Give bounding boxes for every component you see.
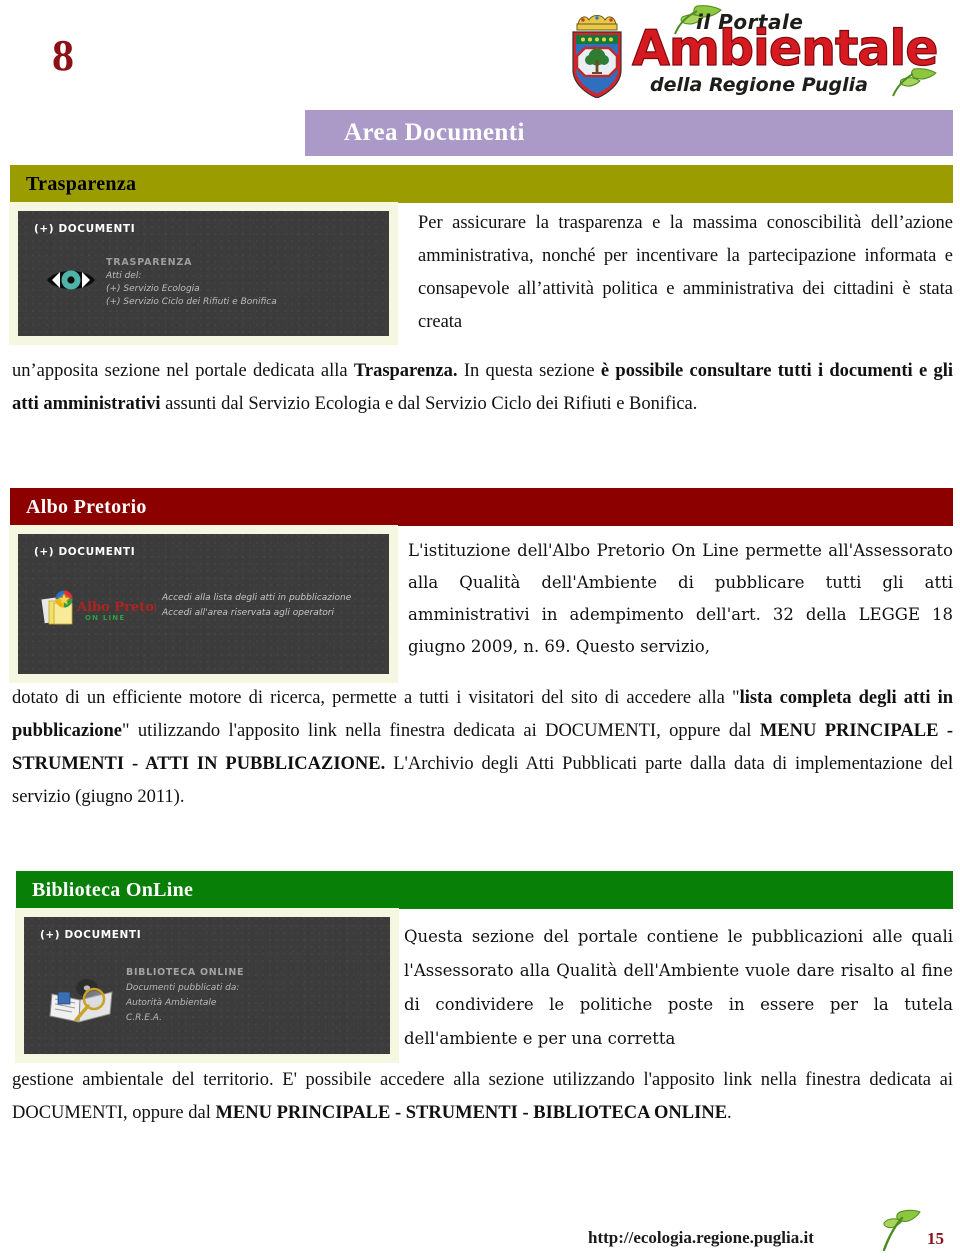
page-title-banner: Area Documenti <box>305 110 953 156</box>
biblioteca-shot-line-0: Documenti pubblicati da: <box>126 983 240 993</box>
text-run: In questa sezione <box>457 361 601 381</box>
screenshot-albo-pretorio: (+) DOCUMENTI Albo Pretorio ON LINE Acc <box>18 534 389 674</box>
trasparenza-shot-line-2: (+) Servizio Ciclo dei Rifiuti e Bonific… <box>106 297 277 308</box>
biblioteca-shot-line-2: C.R.E.A. <box>126 1012 162 1023</box>
section-header-trasparenza-label: Trasparenza <box>26 173 137 195</box>
albo-shot-line-1: Accedi all'area riservata agli operatori <box>162 608 334 619</box>
text-run: " utilizzando l'apposito link nella fine… <box>122 721 760 741</box>
section-header-biblioteca-online: Biblioteca OnLine <box>16 871 953 909</box>
logo-wordmark: il Portale Ambientale della Regione Pugl… <box>631 4 952 102</box>
text-run: . <box>727 1103 732 1123</box>
text-run: assunti dal Servizio Ecologia e dal Serv… <box>160 394 698 414</box>
paragraph-albo-top: L'istituzione dell'Albo Pretorio On Line… <box>408 541 953 656</box>
albo-pretorio-logo-icon: Albo Pretorio ON LINE <box>40 590 175 626</box>
trasparenza-shot-text: TRASPARENZA Atti del: (+) Servizio Ecolo… <box>106 257 277 309</box>
documenti-panel-label: (+) DOCUMENTI <box>34 223 136 235</box>
biblioteca-shot-heading: BIBLIOTECA ONLINE <box>126 967 245 978</box>
section-header-biblioteca-online-label: Biblioteca OnLine <box>32 879 194 901</box>
section-header-trasparenza: Trasparenza <box>10 165 953 203</box>
svg-text:Albo Pretorio: Albo Pretorio <box>76 600 156 615</box>
text-run-bold: MENU PRINCIPALE - STRUMENTI - BIBLIOTECA… <box>215 1103 728 1123</box>
paragraph-biblioteca-rest: gestione ambientale del territorio. E' p… <box>12 1064 953 1130</box>
albo-shot-line-0: Accedi alla lista degli atti in pubblica… <box>162 593 352 603</box>
section-header-albo-pretorio-label: Albo Pretorio <box>26 496 147 518</box>
text-run: un’apposita sezione nel portale dedicata… <box>12 361 354 381</box>
text-run: dotato di un efficiente motore di ricerc… <box>12 688 740 708</box>
page-number-top: 8 <box>52 31 74 80</box>
footer-page-number: 15 <box>927 1229 944 1248</box>
trasparenza-shot-line-0: Atti del: <box>106 271 142 281</box>
svg-text:ON LINE: ON LINE <box>85 614 125 622</box>
screenshot-biblioteca-online: (+) DOCUMENTI BIBLIOTECA ONLINE Document… <box>24 917 390 1054</box>
paragraph-biblioteca-top: Questa sezione del portale contiene le p… <box>404 927 953 1048</box>
paragraph-trasparenza-top: Per assicurare la trasparenza e la massi… <box>418 213 953 332</box>
leaf-sprout-icon <box>882 1209 921 1252</box>
biblioteca-shot-line-1: Autorità Ambientale <box>126 997 217 1008</box>
trasparenza-shot-line-1: (+) Servizio Ecologia <box>106 284 200 295</box>
paragraph-albo-rest: dotato di un efficiente motore di ricerc… <box>12 682 953 814</box>
book-magnifier-icon <box>49 979 113 1023</box>
documenti-panel-label: (+) DOCUMENTI <box>34 546 136 558</box>
section-header-albo-pretorio: Albo Pretorio <box>10 488 953 526</box>
puglia-coat-of-arms-icon <box>572 15 622 98</box>
biblioteca-shot-text: BIBLIOTECA ONLINE Documenti pubblicati d… <box>126 967 244 1026</box>
documenti-panel-label: (+) DOCUMENTI <box>40 929 142 941</box>
site-logo: il Portale Ambientale della Regione Pugl… <box>560 4 952 102</box>
footer-url[interactable]: http://ecologia.regione.puglia.it <box>588 1228 814 1248</box>
screenshot-trasparenza: (+) DOCUMENTI TRASPARENZA Atti del: (+) … <box>18 211 389 336</box>
trasparenza-shot-heading: TRASPARENZA <box>106 257 193 268</box>
text-run-bold: Trasparenza. <box>353 361 458 381</box>
albo-shot-text: Accedi alla lista degli atti in pubblica… <box>162 591 351 622</box>
olive-leaf-icon-2 <box>892 68 937 97</box>
eye-icon <box>47 270 95 290</box>
logo-line-3: della Regione Puglia <box>650 74 868 96</box>
page-title: Area Documenti <box>344 119 525 146</box>
paragraph-trasparenza-rest: un’apposita sezione nel portale dedicata… <box>12 355 953 421</box>
